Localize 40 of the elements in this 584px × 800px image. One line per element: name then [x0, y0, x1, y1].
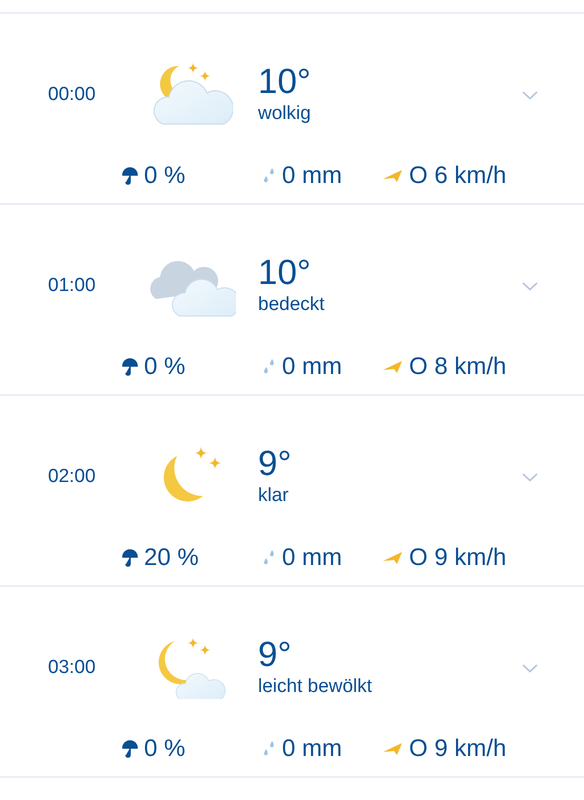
umbrella-icon: [122, 740, 138, 758]
chevron-down-icon[interactable]: [522, 90, 538, 100]
temperature: 10°: [258, 63, 312, 102]
condition-label: bedeckt: [258, 292, 326, 317]
umbrella-icon: [122, 358, 138, 376]
precipitation-chance: 0 %: [144, 734, 186, 764]
wind-speed: O 6 km/h: [409, 161, 506, 191]
time-label: 00:00: [47, 82, 97, 107]
raindrops-icon: [262, 549, 276, 567]
wind-arrow-icon: [383, 169, 403, 183]
temperature: 10°: [258, 254, 312, 293]
chevron-down-icon[interactable]: [522, 282, 538, 290]
umbrella-icon: [122, 549, 138, 567]
temperature: 9°: [258, 445, 292, 484]
condition-label: wolkig: [258, 102, 312, 126]
wind-arrow-icon: [383, 551, 403, 565]
condition-label: leicht bewölkt: [258, 674, 374, 699]
time-label: 01:00: [47, 274, 97, 298]
raindrops-icon: [262, 740, 276, 758]
precipitation-chance: 0 %: [144, 161, 186, 191]
wind-speed: O 8 km/h: [409, 352, 506, 382]
condition-label: klar: [258, 484, 290, 508]
precipitation-amount: 0 mm: [282, 543, 342, 573]
chevron-down-icon[interactable]: [522, 472, 538, 482]
precipitation-amount: 0 mm: [282, 352, 342, 382]
wind-arrow-icon: [383, 742, 403, 756]
wind-speed: O 9 km/h: [409, 734, 506, 764]
wind-arrow-icon: [383, 360, 403, 374]
raindrops-icon: [262, 167, 276, 185]
precipitation-amount: 0 mm: [282, 161, 342, 191]
raindrops-icon: [262, 358, 276, 376]
precipitation-chance: 0 %: [144, 352, 186, 382]
umbrella-icon: [122, 167, 138, 185]
precipitation-amount: 0 mm: [282, 734, 342, 764]
time-label: 03:00: [47, 656, 97, 680]
precipitation-chance: 20 %: [144, 543, 199, 573]
temperature: 9°: [258, 636, 292, 675]
wind-speed: O 9 km/h: [409, 543, 506, 573]
time-label: 02:00: [47, 464, 97, 489]
chevron-down-icon[interactable]: [522, 664, 538, 672]
